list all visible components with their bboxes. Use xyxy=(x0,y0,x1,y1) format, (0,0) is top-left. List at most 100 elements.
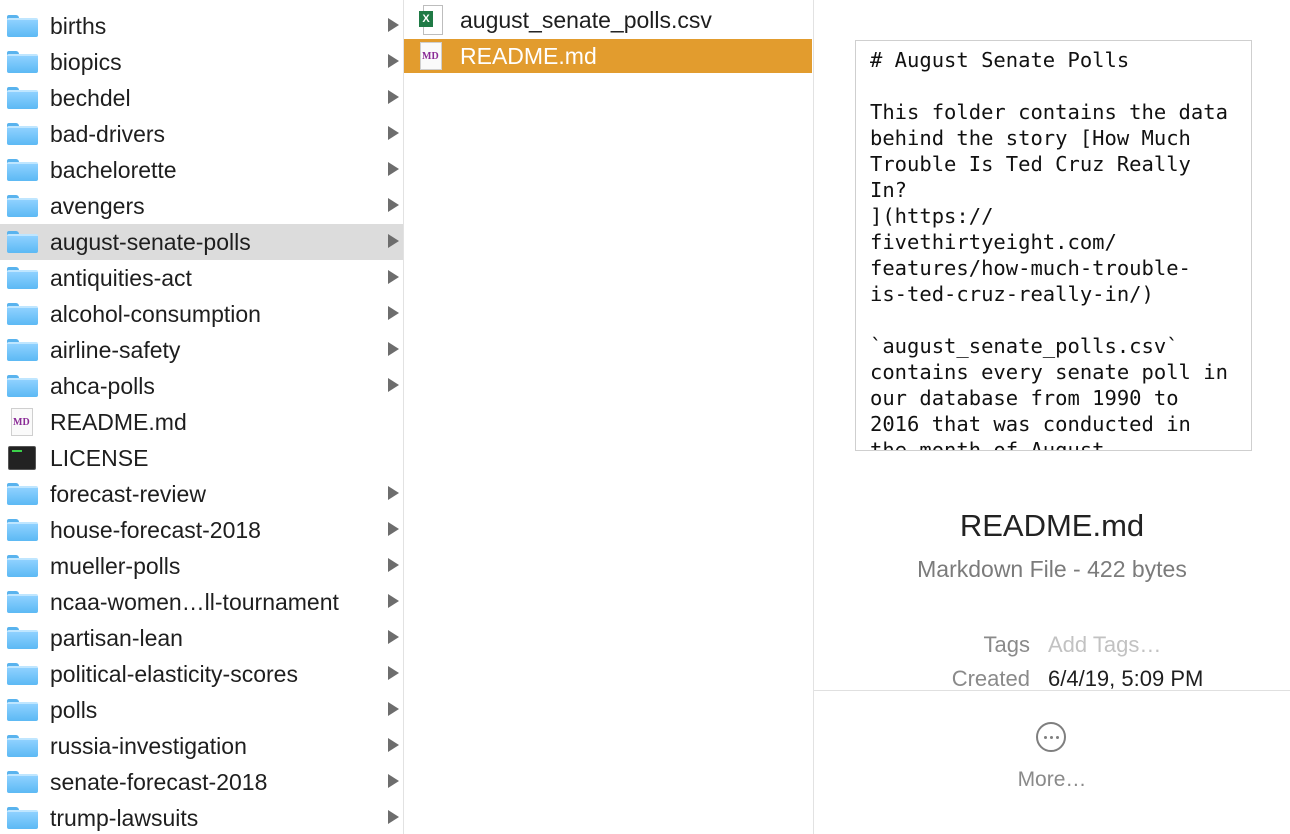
file-list-item[interactable]: russia-investigation xyxy=(0,728,403,764)
disclosure-arrow-icon xyxy=(388,522,399,536)
file-list-item[interactable]: LICENSE xyxy=(0,440,403,476)
file-list-item[interactable]: bechdel xyxy=(0,80,403,116)
folder-icon xyxy=(6,590,38,614)
file-list-item[interactable]: ahca-polls xyxy=(0,368,403,404)
disclosure-arrow-icon xyxy=(388,558,399,572)
folder-icon xyxy=(6,194,38,218)
disclosure-arrow-icon xyxy=(388,162,399,176)
item-label: antiquities-act xyxy=(50,264,192,291)
created-label: Created xyxy=(951,666,1030,691)
folder-icon xyxy=(6,86,38,110)
markdown-file-icon: MD xyxy=(6,408,38,436)
disclosure-arrow-icon xyxy=(388,90,399,104)
folder-icon xyxy=(6,734,38,758)
file-list-item[interactable]: polls xyxy=(0,692,403,728)
item-label: polls xyxy=(50,696,98,723)
markdown-file-icon: MD xyxy=(418,41,444,71)
item-label: august_senate_polls.csv xyxy=(460,6,712,33)
file-list-item[interactable]: ncaa-women…ll-tournament xyxy=(0,584,403,620)
file-list-item[interactable]: forecast-review xyxy=(0,476,403,512)
add-tags-field[interactable]: Add Tags… xyxy=(1048,632,1161,658)
disclosure-arrow-icon xyxy=(388,54,399,68)
folder-icon xyxy=(6,770,38,794)
item-label: README.md xyxy=(50,408,187,435)
disclosure-arrow-icon xyxy=(388,630,399,644)
column-divider[interactable] xyxy=(813,0,814,834)
item-label: mueller-polls xyxy=(50,552,181,579)
file-list-item[interactable]: antiquities-act xyxy=(0,260,403,296)
file-list-item[interactable]: MD README.md xyxy=(404,39,812,73)
folder-contents-column: Xaugust_senate_polls.csv MD README.md xyxy=(404,0,813,834)
item-label: forecast-review xyxy=(50,480,206,507)
item-label: senate-forecast-2018 xyxy=(50,768,268,795)
file-preview[interactable]: # August Senate Polls This folder contai… xyxy=(855,40,1252,451)
folder-icon xyxy=(6,662,38,686)
folder-icon xyxy=(6,482,38,506)
folder-icon xyxy=(6,806,38,830)
file-list-item[interactable]: airline-safety xyxy=(0,332,403,368)
item-label: airline-safety xyxy=(50,336,181,363)
more-icon[interactable] xyxy=(1036,722,1066,752)
folder-icon xyxy=(6,122,38,146)
file-list-item[interactable]: trump-lawsuits xyxy=(0,800,403,834)
disclosure-arrow-icon xyxy=(388,234,399,248)
folder-icon xyxy=(6,374,38,398)
item-label: trump-lawsuits xyxy=(50,804,199,831)
item-label: births xyxy=(50,12,107,39)
item-label: political-elasticity-scores xyxy=(50,660,298,687)
folder-icon xyxy=(6,50,38,74)
file-list-item[interactable]: alcohol-consumption xyxy=(0,296,403,332)
item-label: russia-investigation xyxy=(50,732,247,759)
folder-icon xyxy=(6,554,38,578)
disclosure-arrow-icon xyxy=(388,126,399,140)
item-label: ncaa-women…ll-tournament xyxy=(50,588,339,615)
file-list-item[interactable]: biopics xyxy=(0,44,403,80)
file-list-item[interactable]: MD README.md xyxy=(0,404,403,440)
file-list-item[interactable]: mueller-polls xyxy=(0,548,403,584)
disclosure-arrow-icon xyxy=(388,378,399,392)
file-list-item[interactable]: bad-drivers xyxy=(0,116,403,152)
item-label: house-forecast-2018 xyxy=(50,516,261,543)
file-list-item[interactable]: bachelorette xyxy=(0,152,403,188)
preview-separator xyxy=(814,690,1290,691)
preview-file-kind: Markdown File - 422 bytes xyxy=(917,556,1187,582)
disclosure-arrow-icon xyxy=(388,18,399,32)
item-label: august-senate-polls xyxy=(50,228,251,255)
folder-icon xyxy=(6,302,38,326)
folder-icon xyxy=(6,698,38,722)
file-list-item[interactable]: senate-forecast-2018 xyxy=(0,764,403,800)
item-label: alcohol-consumption xyxy=(50,300,261,327)
disclosure-arrow-icon xyxy=(388,306,399,320)
file-list-item[interactable]: house-forecast-2018 xyxy=(0,512,403,548)
folder-icon xyxy=(6,626,38,650)
disclosure-arrow-icon xyxy=(388,270,399,284)
item-label: bad-drivers xyxy=(50,120,166,147)
file-list-item[interactable]: Xaugust_senate_polls.csv xyxy=(404,3,812,37)
file-list-item[interactable]: avengers xyxy=(0,188,403,224)
folder-icon xyxy=(6,518,38,542)
disclosure-arrow-icon xyxy=(388,666,399,680)
disclosure-arrow-icon xyxy=(388,342,399,356)
more-button[interactable]: More… xyxy=(814,768,1290,792)
item-label: bachelorette xyxy=(50,156,177,183)
executable-file-icon xyxy=(6,446,38,470)
item-label: LICENSE xyxy=(50,444,149,471)
tags-label: Tags xyxy=(983,632,1030,657)
disclosure-arrow-icon xyxy=(388,810,399,824)
file-list-item[interactable]: births xyxy=(0,8,403,44)
folder-icon xyxy=(6,14,38,38)
file-list-item[interactable]: political-elasticity-scores xyxy=(0,656,403,692)
folder-icon xyxy=(6,266,38,290)
file-list-item[interactable]: partisan-lean xyxy=(0,620,403,656)
disclosure-arrow-icon xyxy=(388,486,399,500)
preview-file-name: README.md xyxy=(959,508,1145,543)
item-label: avengers xyxy=(50,192,145,219)
item-label: biopics xyxy=(50,48,122,75)
created-value: 6/4/19, 5:09 PM xyxy=(1048,666,1204,691)
folder-icon xyxy=(6,230,38,254)
file-list-item[interactable]: august-senate-polls xyxy=(0,224,403,260)
excel-file-icon: X xyxy=(418,5,444,35)
disclosure-arrow-icon xyxy=(388,774,399,788)
disclosure-arrow-icon xyxy=(388,198,399,212)
item-label: partisan-lean xyxy=(50,624,183,651)
